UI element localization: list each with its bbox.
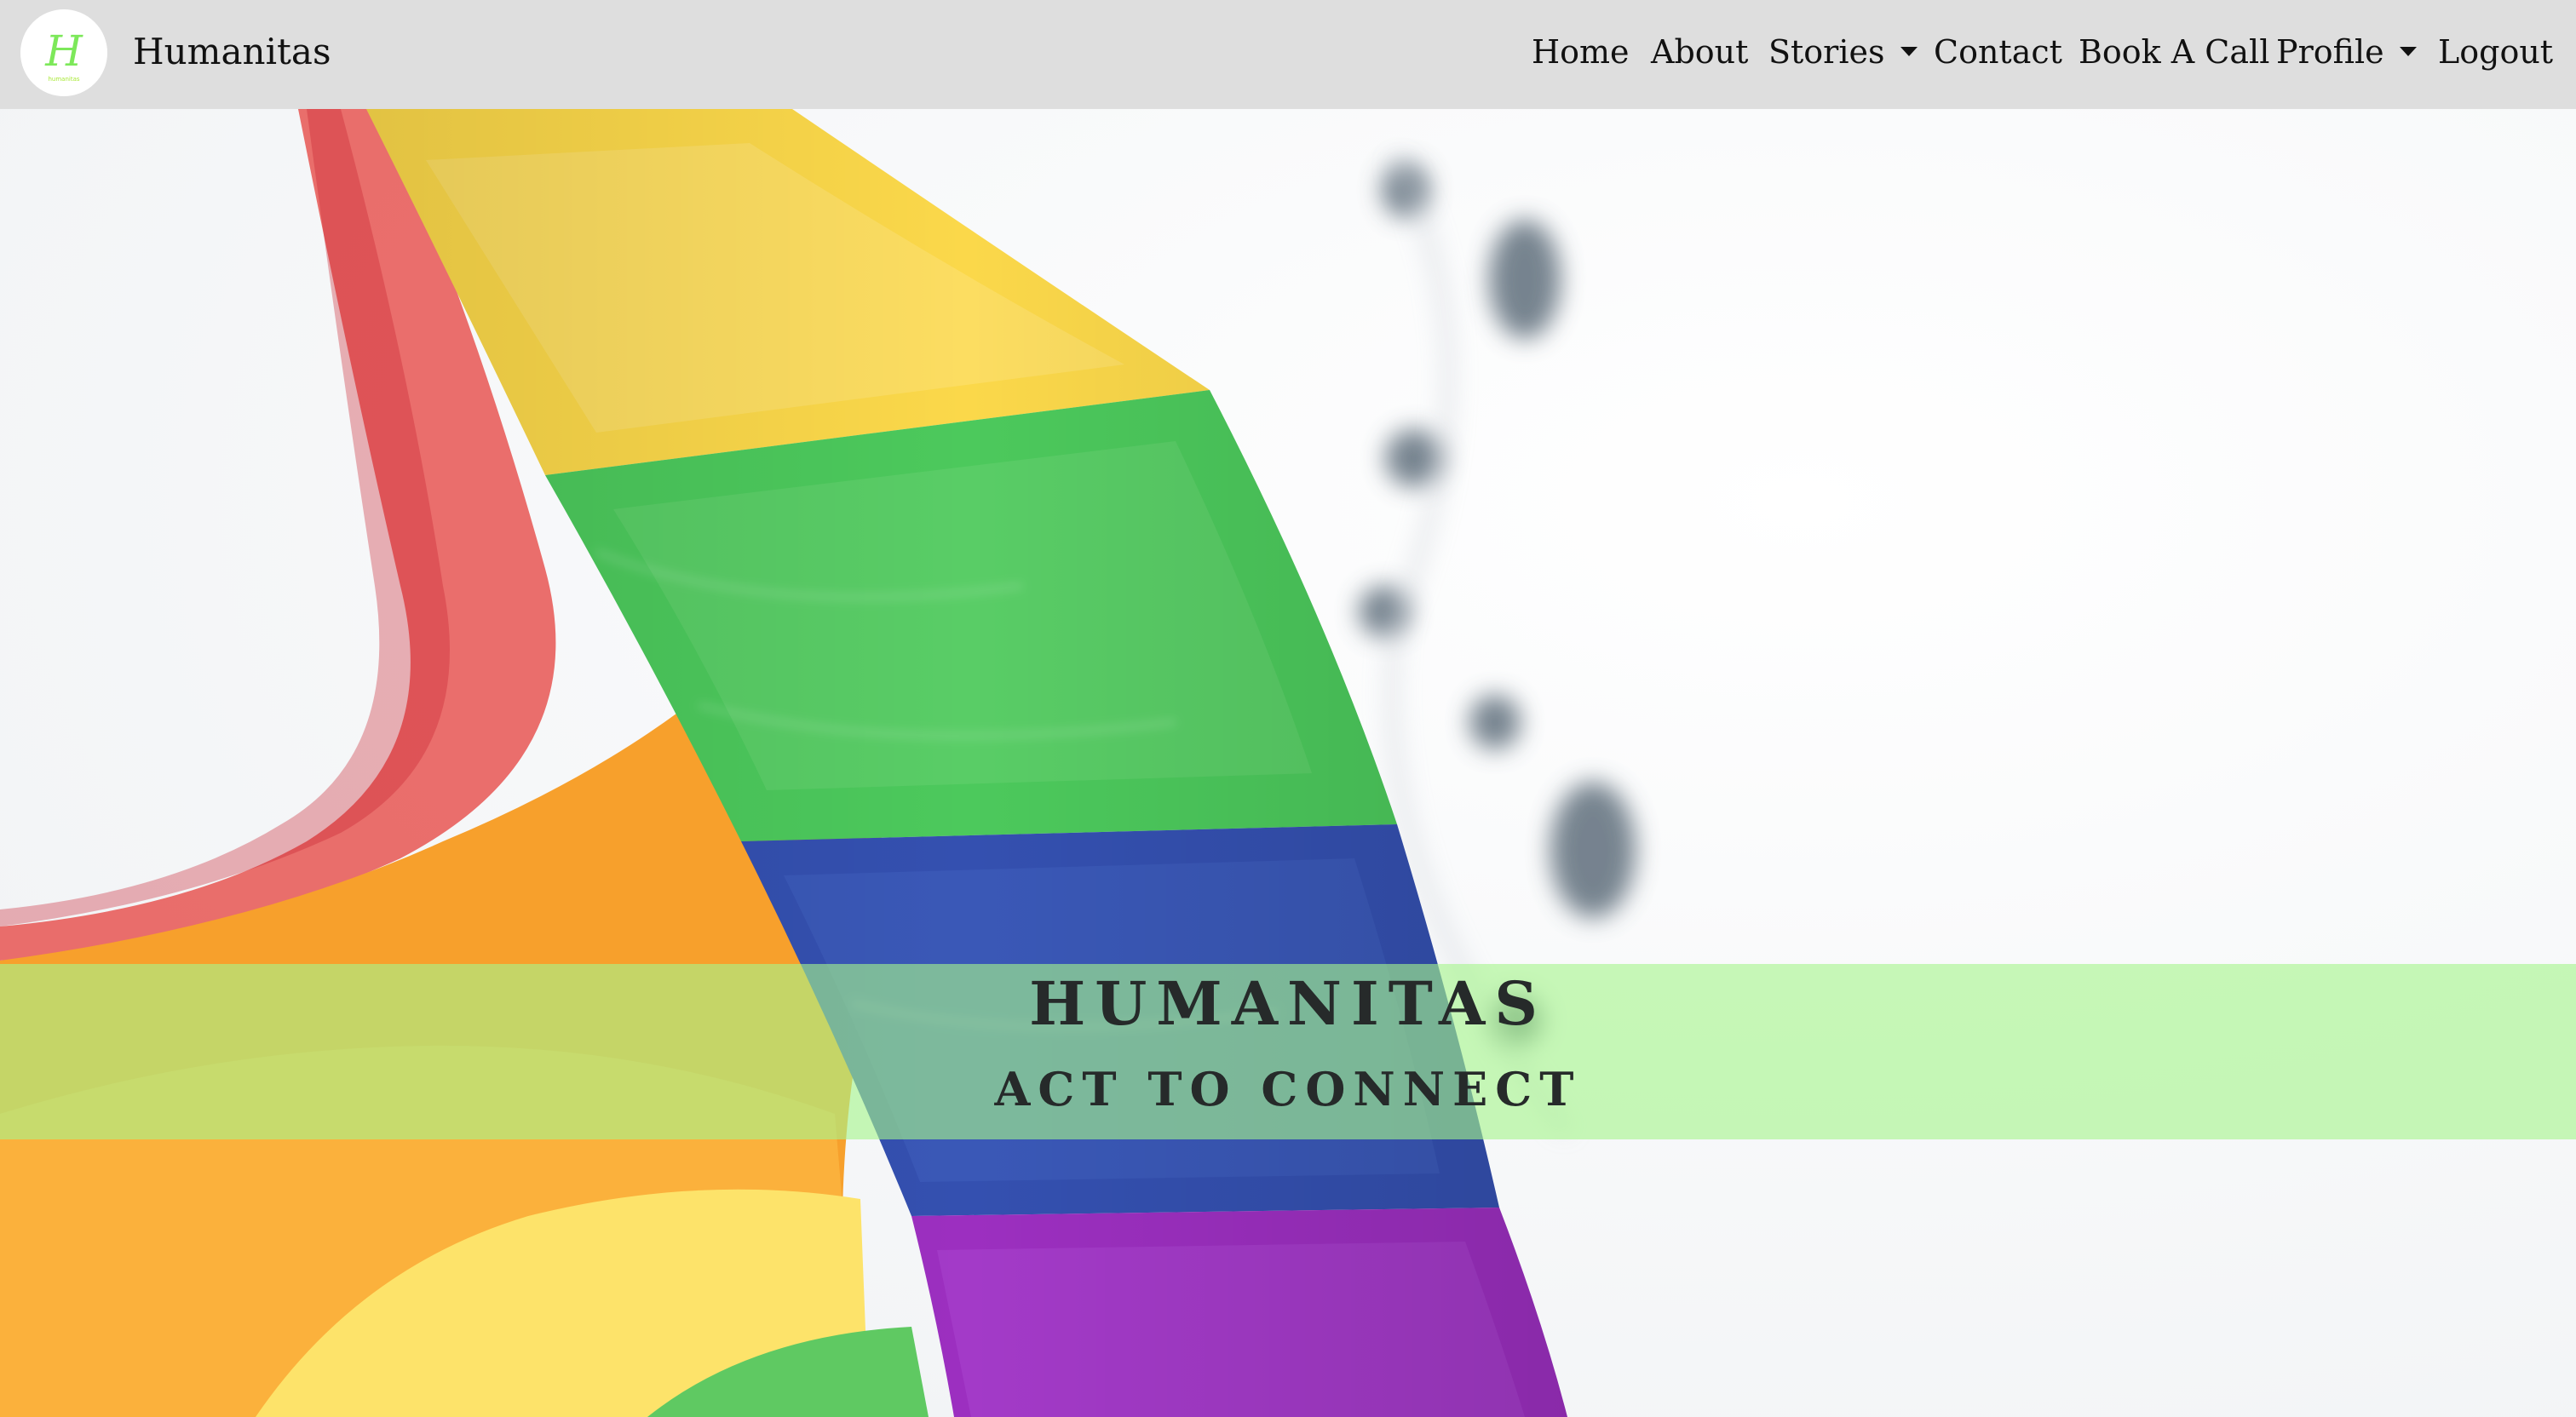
brand-logo[interactable]: H humanitas [20, 9, 107, 96]
nav-stories-label: Stories [1768, 33, 1885, 71]
chevron-down-icon [1900, 47, 1918, 56]
navbar: H humanitas Humanitas Home About Stories… [0, 0, 2576, 109]
nav-contact-link[interactable]: Contact [1934, 26, 2062, 78]
nav-profile-dropdown[interactable]: Profile [2276, 26, 2417, 78]
brand-name[interactable]: Humanitas [133, 26, 331, 78]
chevron-down-icon [2399, 47, 2417, 56]
nav-book-a-call-link[interactable]: Book A Call [2079, 26, 2269, 78]
nav-home-link[interactable]: Home [1532, 26, 1630, 78]
nav-logout-link[interactable]: Logout [2438, 26, 2553, 78]
hero-section [0, 109, 2576, 1417]
hero-title: HUMANITAS [1029, 968, 1547, 1039]
logo-icon: H humanitas [20, 9, 107, 96]
nav-stories-dropdown[interactable]: Stories [1768, 26, 1918, 78]
rainbow-flag-image [0, 109, 2576, 1417]
logo-caption: humanitas [48, 76, 79, 83]
nav-profile-label: Profile [2276, 33, 2384, 71]
nav-about-link[interactable]: About [1651, 26, 1748, 78]
logo-letter: H [44, 26, 83, 76]
hero-subtitle: ACT TO CONNECT [994, 1062, 1582, 1116]
